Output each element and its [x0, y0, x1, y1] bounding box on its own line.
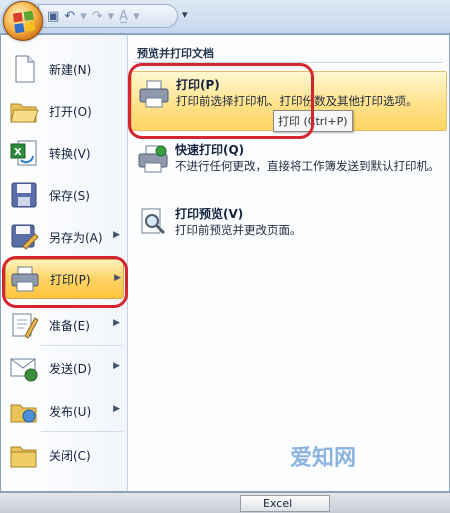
office-button[interactable]	[3, 1, 43, 41]
redo-dropdown-icon[interactable]: ▾	[108, 10, 115, 23]
menu-item-label: 发布(U)	[49, 404, 92, 419]
submenu-divider	[133, 62, 443, 63]
menu-item-print[interactable]: 打印(P) ▶	[5, 259, 124, 299]
save-icon	[9, 180, 39, 210]
publish-icon	[9, 396, 39, 426]
print-preview-icon	[137, 207, 169, 239]
menu-commands: 新建(N) 打开(O) X 转换(V) 保存(S) 另存为(A) ▶ 打印(P)…	[1, 35, 128, 491]
save-icon[interactable]: ▣	[47, 10, 59, 23]
print-preview-option[interactable]: 打印预览(V) 打印前预览并更改页面。	[131, 201, 447, 245]
menu-item-close[interactable]: 关闭(C)	[5, 435, 124, 475]
option-description: 打印前选择打印机、打印份数及其他打印选项。	[176, 94, 418, 108]
menu-item-label: 保存(S)	[49, 188, 90, 203]
new-document-icon	[9, 54, 39, 84]
printer-icon	[10, 264, 40, 294]
svg-text:X: X	[14, 147, 22, 158]
undo-dropdown-icon[interactable]: ▾	[80, 10, 87, 23]
submenu-arrow-icon: ▶	[114, 273, 121, 283]
undo-icon[interactable]: ↶	[64, 10, 75, 23]
quick-access-toolbar: ▣ ↶ ▾ ↷ ▾ A̲ ▾ ▾	[0, 0, 450, 34]
option-title: 快速打印(Q)	[175, 143, 245, 157]
menu-item-prepare[interactable]: 准备(E) ▶	[5, 305, 124, 345]
taskbar-item-label: Excel	[263, 497, 293, 510]
quick-print-icon	[137, 143, 169, 175]
menu-item-open[interactable]: 打开(O)	[5, 91, 124, 131]
quick-print-option[interactable]: 快速打印(Q) 不进行任何更改，直接将工作簿发送到默认打印机。	[131, 137, 447, 193]
option-title: 打印(P)	[176, 78, 220, 92]
menu-item-label: 发送(D)	[49, 361, 92, 376]
redo-icon[interactable]: ↷	[92, 10, 103, 23]
menu-item-label: 转换(V)	[49, 146, 91, 161]
menu-item-save[interactable]: 保存(S)	[5, 175, 124, 215]
menu-item-convert[interactable]: X 转换(V)	[5, 133, 124, 173]
prepare-icon	[9, 310, 39, 340]
submenu-arrow-icon: ▶	[113, 404, 120, 414]
option-description: 不进行任何更改，直接将工作簿发送到默认打印机。	[175, 159, 440, 173]
quick-access-buttons: ▣ ↶ ▾ ↷ ▾ A̲ ▾	[38, 4, 178, 28]
open-folder-icon	[9, 96, 39, 126]
menu-item-label: 打印(P)	[50, 272, 91, 287]
option-description: 打印前预览并更改页面。	[175, 223, 302, 237]
font-color-dropdown-icon[interactable]: ▾	[133, 10, 140, 23]
submenu-title: 预览并打印文档	[137, 47, 214, 60]
menu-separator	[41, 345, 123, 346]
submenu-arrow-icon: ▶	[113, 230, 120, 240]
menu-separator	[41, 431, 123, 432]
menu-item-label: 关闭(C)	[49, 448, 91, 463]
save-as-icon	[9, 222, 39, 252]
menu-item-save-as[interactable]: 另存为(A) ▶	[5, 217, 124, 257]
menu-item-send[interactable]: 发送(D) ▶	[5, 348, 124, 388]
menu-item-label: 另存为(A)	[49, 230, 103, 245]
submenu-arrow-icon: ▶	[113, 318, 120, 328]
convert-icon: X	[9, 138, 39, 168]
menu-item-label: 新建(N)	[49, 62, 92, 77]
print-submenu: 预览并打印文档 打印(P) 打印前选择打印机、打印份数及其他打印选项。 快速打印…	[129, 35, 449, 491]
customize-toolbar-icon[interactable]: ▾	[182, 8, 188, 21]
printer-icon	[138, 78, 170, 110]
menu-item-label: 准备(E)	[49, 318, 90, 333]
office-menu: 新建(N) 打开(O) X 转换(V) 保存(S) 另存为(A) ▶ 打印(P)…	[0, 34, 450, 492]
print-tooltip: 打印 (Ctrl+P)	[273, 110, 353, 132]
menu-item-label: 打开(O)	[49, 104, 92, 119]
menu-item-publish[interactable]: 发布(U) ▶	[5, 391, 124, 431]
close-folder-icon	[9, 440, 39, 470]
font-color-icon[interactable]: A̲	[119, 10, 128, 23]
office-logo-icon	[12, 10, 36, 34]
send-icon	[9, 353, 39, 383]
submenu-arrow-icon: ▶	[113, 361, 120, 371]
watermark: 爱知网	[290, 446, 357, 471]
menu-item-new[interactable]: 新建(N)	[5, 49, 124, 89]
option-title: 打印预览(V)	[175, 207, 244, 221]
